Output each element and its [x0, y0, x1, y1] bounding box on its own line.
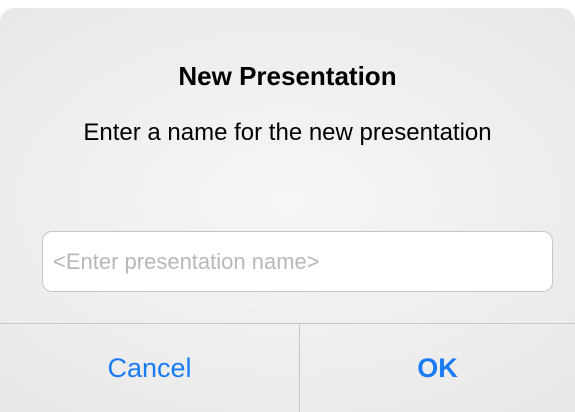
- dialog-title: New Presentation: [178, 61, 397, 91]
- ok-button[interactable]: OK: [300, 324, 575, 412]
- dialog-message: Enter a name for the new presentation: [83, 119, 492, 146]
- presentation-name-input[interactable]: [43, 232, 552, 291]
- new-presentation-dialog: New Presentation Enter a name for the ne…: [0, 8, 575, 412]
- presentation-name-field[interactable]: [42, 231, 553, 292]
- cancel-button[interactable]: Cancel: [0, 324, 299, 412]
